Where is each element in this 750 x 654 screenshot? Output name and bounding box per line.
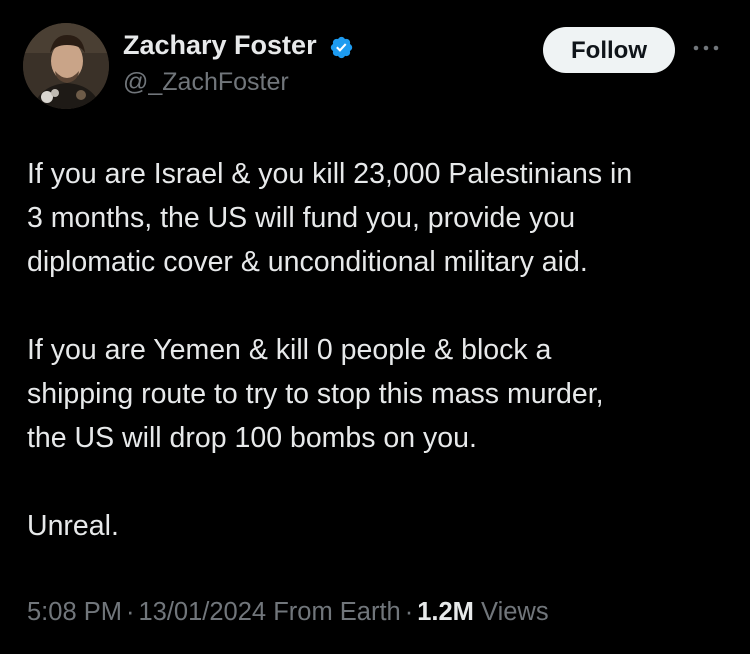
tweet-text: If you are Israel & you kill 23,000 Pale…: [27, 152, 732, 592]
tweet-date[interactable]: 13/01/2024: [138, 598, 266, 626]
verified-badge-icon: [330, 36, 353, 59]
author-display-name[interactable]: Zachary Foster: [123, 30, 317, 61]
tweet-paragraph: If you are Israel & you kill 23,000 Pale…: [27, 158, 633, 278]
tweet-card: Zachary Foster @_ZachFoster Follow If yo…: [0, 0, 750, 654]
more-options-icon[interactable]: [692, 41, 720, 55]
meta-separator: ·: [125, 598, 135, 626]
tweet-paragraph: If you are Yemen & kill 0 people & block…: [27, 334, 604, 454]
meta-separator: ·: [404, 598, 414, 626]
views-count[interactable]: 1.2M: [417, 598, 474, 626]
author-handle[interactable]: @_ZachFoster: [123, 68, 289, 97]
tweet-meta: 5:08 PM · 13/01/2024 From Earth · 1.2M Views: [27, 598, 549, 627]
author-avatar[interactable]: [23, 23, 109, 109]
tweet-paragraph: Unreal.: [27, 510, 119, 542]
follow-button[interactable]: Follow: [543, 27, 675, 73]
avatar-photo-icon: [23, 23, 109, 109]
tweet-time[interactable]: 5:08 PM: [27, 598, 122, 626]
tweet-source: From Earth: [273, 598, 401, 626]
views-label: Views: [481, 598, 549, 626]
